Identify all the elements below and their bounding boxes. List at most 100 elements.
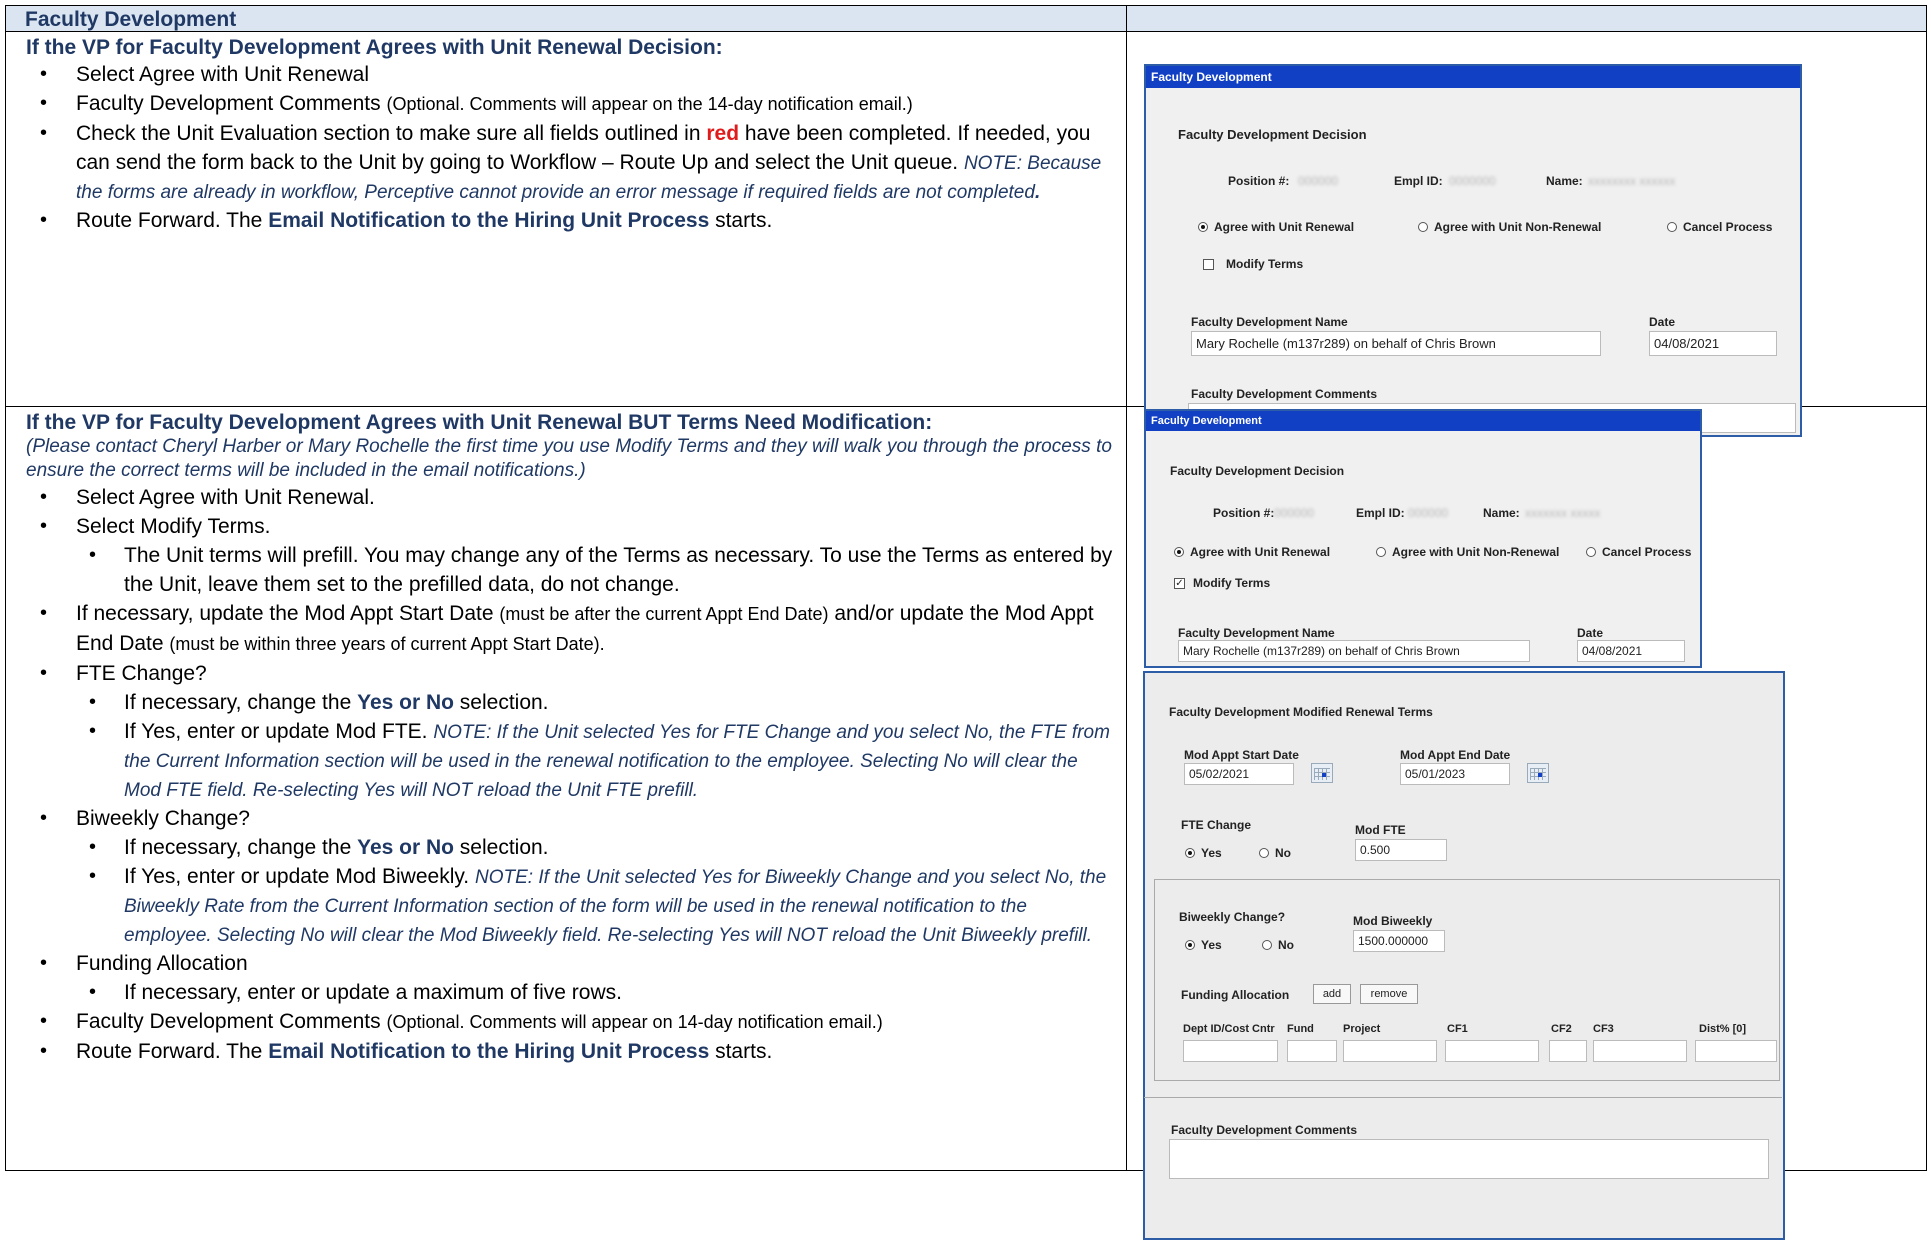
agree-renewal-radio[interactable] <box>1198 222 1208 232</box>
cf3-col-header: CF3 <box>1593 1023 1614 1035</box>
sub-list: The Unit terms will prefill. You may cha… <box>76 541 1116 599</box>
modify-terms-checkbox[interactable]: ✓ <box>1174 578 1185 589</box>
position-label: Position #: <box>1228 174 1290 188</box>
fte-yes-label: Yes <box>1201 846 1222 860</box>
mod-fte-label: Mod FTE <box>1355 823 1406 837</box>
instruction-table: Faculty Development If the VP for Facult… <box>5 5 1927 1240</box>
fd-name-field[interactable]: Mary Rochelle (m137r289) on behalf of Ch… <box>1191 331 1601 356</box>
form-title-bar: Faculty Development <box>1146 66 1800 88</box>
bullet-text: selection. <box>453 691 549 714</box>
list-item: Faculty Development Comments (Optional. … <box>26 1007 1116 1037</box>
sub-list: If necessary, change the Yes or No selec… <box>76 688 1116 804</box>
bullet-text: If necessary, change the <box>124 691 358 714</box>
cf2-field[interactable] <box>1549 1040 1587 1062</box>
sub-list-item: The Unit terms will prefill. You may cha… <box>76 541 1116 599</box>
bullet-text: Select Agree with Unit Renewal <box>76 63 369 86</box>
bullet-text: Biweekly Change? <box>76 807 250 830</box>
decision-heading: Faculty Development Decision <box>1170 464 1345 478</box>
bullet-small-text: (must be within three years of current A… <box>169 634 605 654</box>
modify-terms-checkbox[interactable] <box>1203 259 1214 270</box>
bullet-small-text: (Optional. Comments will appear on the 1… <box>386 94 913 114</box>
agree-nonrenewal-radio[interactable] <box>1418 222 1428 232</box>
bullet-text: Faculty Development Comments <box>76 92 387 115</box>
biweekly-no-radio[interactable] <box>1262 940 1272 950</box>
list-item: Biweekly Change? If necessary, change th… <box>26 804 1116 949</box>
cf2-col-header: CF2 <box>1551 1023 1572 1035</box>
bullet-text: starts. <box>709 209 773 232</box>
biweekly-no-label: No <box>1278 938 1294 952</box>
decision-heading: Faculty Development Decision <box>1178 127 1367 142</box>
mod-appt-start-field[interactable]: 05/02/2021 <box>1184 763 1294 785</box>
mod-appt-start-label: Mod Appt Start Date <box>1184 748 1299 762</box>
section-1-list: Select Agree with Unit Renewal Faculty D… <box>26 60 1116 235</box>
name-label: Name: <box>1546 174 1583 188</box>
divider <box>1144 1097 1782 1098</box>
cf3-field[interactable] <box>1593 1040 1687 1062</box>
fd-name-field[interactable]: Mary Rochelle (m137r289) on behalf of Ch… <box>1178 640 1530 662</box>
cancel-process-radio[interactable] <box>1586 547 1596 557</box>
mod-appt-end-field[interactable]: 05/01/2023 <box>1400 763 1510 785</box>
comments-field[interactable] <box>1169 1139 1769 1179</box>
fund-field[interactable] <box>1287 1040 1337 1062</box>
dept-id-field[interactable] <box>1183 1040 1278 1062</box>
list-item: Route Forward. The Email Notification to… <box>26 1037 1116 1066</box>
agree-nonrenewal-radio[interactable] <box>1376 547 1386 557</box>
date-label: Date <box>1577 626 1604 640</box>
note-period: . <box>1034 182 1041 203</box>
bullet-text: Check the Unit Evaluation section to mak… <box>76 122 707 145</box>
biweekly-yes-radio[interactable] <box>1185 940 1195 950</box>
agree-renewal-radio[interactable] <box>1174 547 1184 557</box>
remove-row-button[interactable]: remove <box>1360 984 1418 1004</box>
bullet-text: If necessary, enter or update a maximum … <box>124 981 622 1004</box>
date-field[interactable]: 04/08/2021 <box>1649 331 1777 356</box>
calendar-icon[interactable] <box>1527 763 1549 783</box>
bullet-text: If Yes, enter or update Mod FTE. <box>124 720 434 743</box>
section-2-screenshot-cell: Faculty Development Faculty Development … <box>1126 406 1927 1240</box>
fte-no-radio[interactable] <box>1259 848 1269 858</box>
agree-nonrenewal-label: Agree with Unit Non-Renewal <box>1434 220 1602 234</box>
sub-list: If necessary, enter or update a maximum … <box>76 978 1116 1007</box>
cancel-process-radio[interactable] <box>1667 222 1677 232</box>
list-item: Faculty Development Comments (Optional. … <box>26 89 1116 119</box>
comments-label: Faculty Development Comments <box>1171 1123 1358 1137</box>
biweekly-change-label: Biweekly Change? <box>1179 910 1286 924</box>
project-col-header: Project <box>1343 1023 1381 1035</box>
fte-yes-radio[interactable] <box>1185 848 1195 858</box>
bullet-small-text: (Optional. Comments will appear on 14-da… <box>386 1012 883 1032</box>
faculty-development-form-1: Faculty Development Faculty Development … <box>1144 64 1802 437</box>
section-2-title: If the VP for Faculty Development Agrees… <box>26 411 933 434</box>
process-name: Email Notification to the Hiring Unit Pr… <box>268 1040 710 1063</box>
comments-label: Faculty Development Comments <box>1191 387 1378 401</box>
position-label: Position #: <box>1213 506 1275 520</box>
empl-id-label: Empl ID: <box>1394 174 1443 188</box>
date-field[interactable]: 04/08/2021 <box>1577 640 1685 662</box>
name-label: Name: <box>1483 506 1520 520</box>
redacted-empl-id-value: 000000 <box>1408 506 1449 520</box>
cf1-field[interactable] <box>1445 1040 1539 1062</box>
section-1-instructions: If the VP for Faculty Development Agrees… <box>5 31 1127 407</box>
sub-list: If necessary, change the Yes or No selec… <box>76 833 1116 949</box>
fd-name-label: Faculty Development Name <box>1191 315 1348 329</box>
faculty-development-form-2: Faculty Development Faculty Development … <box>1144 409 1702 668</box>
modify-terms-label: Modify Terms <box>1193 576 1271 590</box>
redacted-position-value: 000000 <box>1298 174 1339 188</box>
table-header-title: Faculty Development <box>25 8 237 31</box>
sub-list-item: If Yes, enter or update Mod FTE. NOTE: I… <box>76 717 1116 804</box>
sub-list-item: If necessary, enter or update a maximum … <box>76 978 1116 1007</box>
cancel-process-label: Cancel Process <box>1683 220 1773 234</box>
mod-fte-field[interactable]: 0.500 <box>1355 839 1447 861</box>
dist-field[interactable] <box>1695 1040 1777 1062</box>
fte-change-label: FTE Change <box>1181 818 1252 832</box>
bullet-text: Route Forward. The <box>76 1040 269 1063</box>
bullet-text: Select Agree with Unit Renewal. <box>76 486 375 509</box>
bullet-text: Faculty Development Comments <box>76 1010 387 1033</box>
bullet-text: Funding Allocation <box>76 952 248 975</box>
mod-biweekly-field[interactable]: 1500.000000 <box>1353 930 1445 952</box>
empl-id-label: Empl ID: <box>1356 506 1405 520</box>
bullet-text: selection. <box>453 836 549 859</box>
bullet-text: If necessary, update the Mod Appt Start … <box>76 602 500 625</box>
project-field[interactable] <box>1343 1040 1437 1062</box>
add-row-button[interactable]: add <box>1313 984 1351 1004</box>
funding-allocation-label: Funding Allocation <box>1181 988 1290 1002</box>
calendar-icon[interactable] <box>1311 763 1333 783</box>
